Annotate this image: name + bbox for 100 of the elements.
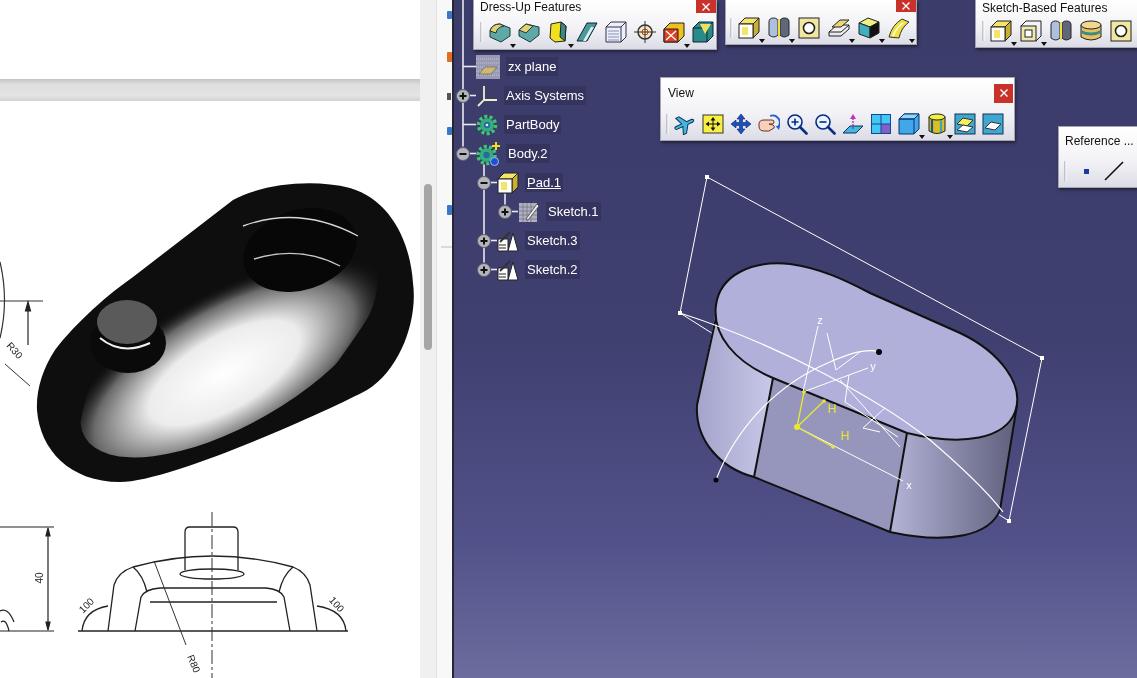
clipped-icon[interactable]	[447, 52, 452, 62]
hollow-square-icon[interactable]	[1020, 20, 1042, 42]
minus-icon[interactable]	[456, 146, 470, 161]
caret-icon[interactable]	[684, 44, 690, 48]
swap-panels-icon[interactable]	[954, 113, 976, 135]
dimension-label: R80	[185, 653, 203, 675]
beveled-block-icon[interactable]	[518, 21, 540, 43]
four-panels-icon[interactable]	[870, 113, 892, 135]
line-icon[interactable]	[1103, 161, 1124, 181]
caret-icon[interactable]	[510, 44, 516, 48]
caret-icon[interactable]	[1041, 42, 1047, 46]
tree-item[interactable]: Body.2	[506, 144, 550, 163]
ringed-cylinder-icon[interactable]	[1080, 20, 1102, 42]
airplane-icon[interactable]	[674, 113, 696, 135]
grip-icon[interactable]	[1064, 161, 1067, 181]
shaded-cube-icon[interactable]	[858, 17, 880, 39]
3d-viewport[interactable]: Dress-Up Features Sketch-Based Features zx plane Axis Systems PartBody Body.2 Pad.1 Sketch.1 Sketch.3 Sketch.2 View Reference ... z y x H H	[454, 0, 1137, 678]
clipped-icon[interactable]	[447, 205, 452, 215]
caret-icon[interactable]	[759, 39, 765, 43]
curved-surface-icon[interactable]	[888, 17, 910, 39]
constraint-label: H	[840, 429, 850, 444]
clipped-icon[interactable]	[447, 11, 452, 19]
grip-icon[interactable]	[666, 114, 669, 134]
tree-item[interactable]: PartBody	[504, 115, 562, 134]
dimension-label: R30	[4, 339, 25, 361]
minus-icon[interactable]	[477, 175, 491, 190]
split-cylinder-icon[interactable]	[768, 17, 790, 39]
tree-branch-line	[504, 192, 506, 206]
tree-item[interactable]: Sketch.2	[525, 260, 580, 279]
hatched-sketch-icon[interactable]	[518, 200, 540, 223]
split-cylinder-icon[interactable]	[1050, 20, 1072, 42]
tree-item[interactable]: Pad.1	[525, 173, 563, 192]
clipped-icon[interactable]	[447, 127, 452, 135]
dimension-label: 100	[326, 594, 347, 615]
sketch-icon[interactable]	[497, 258, 519, 281]
close-icon[interactable]	[702, 2, 710, 11]
hand-arrow-icon[interactable]	[758, 113, 780, 135]
leader-line	[4, 363, 31, 387]
gear-icon[interactable]	[476, 113, 498, 136]
caret-icon[interactable]	[909, 39, 915, 43]
point-marker[interactable]	[713, 477, 719, 483]
axis-icon[interactable]	[476, 84, 498, 107]
block-icon[interactable]	[497, 171, 519, 194]
stacked-plates-icon[interactable]	[828, 17, 850, 39]
axis-label: z	[817, 313, 823, 326]
scrollbar-track[interactable]	[420, 0, 436, 678]
toolbar-title: Sketch-Based Features	[981, 0, 1108, 15]
block-icon[interactable]	[738, 17, 760, 39]
zoom-in-icon[interactable]	[786, 113, 808, 135]
plane-arrow-icon[interactable]	[842, 113, 864, 135]
sketch-icon[interactable]	[497, 229, 519, 252]
plus-icon[interactable]	[456, 88, 470, 103]
block-icon[interactable]	[990, 20, 1012, 42]
square-ring-icon[interactable]	[798, 17, 820, 39]
clipped-icon[interactable]	[447, 93, 451, 100]
plus-icon[interactable]	[477, 233, 491, 248]
close-button[interactable]	[696, 0, 716, 13]
caret-icon[interactable]	[568, 44, 574, 48]
crossed-box-icon[interactable]	[663, 21, 685, 43]
four-way-arrow-icon[interactable]	[730, 113, 752, 135]
crosshair-icon[interactable]	[634, 21, 656, 43]
tree-item[interactable]: Axis Systems	[504, 86, 586, 105]
caret-icon[interactable]	[789, 39, 795, 43]
caret-icon[interactable]	[919, 135, 925, 139]
caret-icon[interactable]	[849, 39, 855, 43]
point-icon[interactable]	[1084, 168, 1089, 174]
tree-item[interactable]: Sketch.1	[546, 202, 601, 221]
zoom-out-icon[interactable]	[814, 113, 836, 135]
caret-icon[interactable]	[947, 135, 953, 139]
tree-item[interactable]: zx plane	[506, 57, 559, 76]
gear-plus-icon[interactable]	[476, 141, 500, 166]
fit-frame-icon[interactable]	[702, 113, 724, 135]
grip-icon[interactable]	[982, 21, 985, 41]
caret-icon[interactable]	[1011, 42, 1017, 46]
axis-label: x	[906, 478, 912, 491]
grip-icon[interactable]	[730, 18, 733, 38]
close-icon[interactable]	[999, 89, 1008, 97]
slanted-bar-icon[interactable]	[576, 21, 598, 43]
close-button[interactable]	[994, 83, 1013, 103]
panel-icon[interactable]	[982, 113, 1004, 135]
cylinder-icon[interactable]	[926, 113, 948, 135]
point-marker[interactable]	[876, 349, 882, 355]
plus-icon[interactable]	[477, 262, 491, 277]
extruded-solid[interactable]	[696, 262, 1019, 539]
close-button[interactable]	[896, 0, 916, 12]
plus-icon[interactable]	[498, 204, 512, 219]
faced-cube-icon[interactable]	[692, 21, 714, 43]
square-ring-icon[interactable]	[1110, 20, 1132, 42]
scrollbar-thumb[interactable]	[424, 184, 432, 350]
sketch-axes	[794, 390, 835, 449]
rounded-block-icon[interactable]	[489, 21, 511, 43]
cube-icon[interactable]	[898, 113, 920, 135]
hatched-plane-icon[interactable]	[476, 54, 500, 79]
tapered-block-icon[interactable]	[547, 21, 569, 43]
grip-icon[interactable]	[480, 22, 483, 42]
tree-connector-line	[462, 123, 477, 126]
close-icon[interactable]	[902, 2, 910, 10]
caret-icon[interactable]	[879, 39, 885, 43]
hatched-cube-icon[interactable]	[605, 21, 627, 43]
tree-item[interactable]: Sketch.3	[525, 231, 580, 250]
